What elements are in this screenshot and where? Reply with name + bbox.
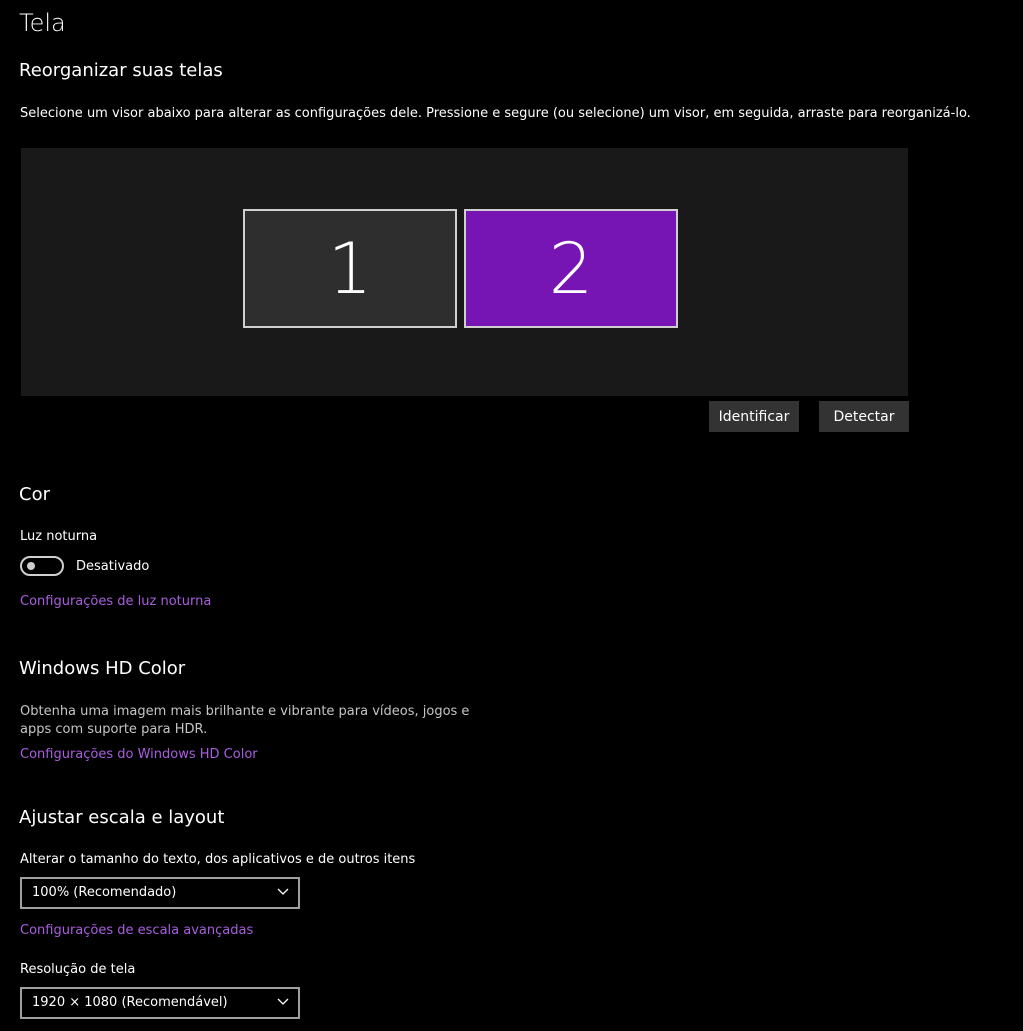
page-title: Tela	[19, 9, 66, 37]
advanced-scale-settings-link[interactable]: Configurações de escala avançadas	[20, 922, 253, 940]
night-light-label: Luz noturna	[20, 529, 98, 544]
scale-layout-heading: Ajustar escala e layout	[19, 807, 225, 828]
monitor-1[interactable]: 1	[243, 209, 457, 328]
hd-color-heading: Windows HD Color	[19, 658, 186, 679]
night-light-toggle[interactable]	[20, 556, 64, 576]
monitor-arrangement-area[interactable]: 1 2	[21, 148, 908, 396]
monitor-2[interactable]: 2	[464, 209, 678, 328]
resolution-label: Resolução de tela	[20, 962, 136, 977]
scale-dropdown-value: 100% (Recomendado)	[32, 885, 177, 900]
resolution-dropdown[interactable]: 1920 × 1080 (Recomendável)	[20, 987, 300, 1019]
chevron-down-icon	[277, 998, 289, 1005]
scale-dropdown[interactable]: 100% (Recomendado)	[20, 877, 300, 909]
scale-label: Alterar o tamanho do texto, dos aplicati…	[20, 852, 416, 867]
arrange-heading: Reorganizar suas telas	[19, 60, 223, 81]
chevron-down-icon	[277, 888, 289, 895]
display-settings-page: Tela Reorganizar suas telas Selecione um…	[0, 0, 1023, 1031]
toggle-knob	[27, 562, 35, 570]
hd-color-settings-link[interactable]: Configurações do Windows HD Color	[20, 746, 258, 764]
arrange-description: Selecione um visor abaixo para alterar a…	[20, 106, 971, 121]
color-heading: Cor	[19, 484, 50, 505]
resolution-dropdown-value: 1920 × 1080 (Recomendável)	[32, 995, 228, 1010]
night-light-settings-link[interactable]: Configurações de luz noturna	[20, 593, 211, 611]
detect-button[interactable]: Detectar	[819, 401, 909, 432]
hd-color-description-line1: Obtenha uma imagem mais brilhante e vibr…	[20, 704, 470, 719]
night-light-state: Desativado	[76, 559, 150, 574]
monitor-2-label: 2	[548, 227, 594, 310]
identify-button[interactable]: Identificar	[709, 401, 799, 432]
hd-color-description-line2: apps com suporte para HDR.	[20, 722, 208, 737]
monitor-1-label: 1	[327, 227, 373, 310]
